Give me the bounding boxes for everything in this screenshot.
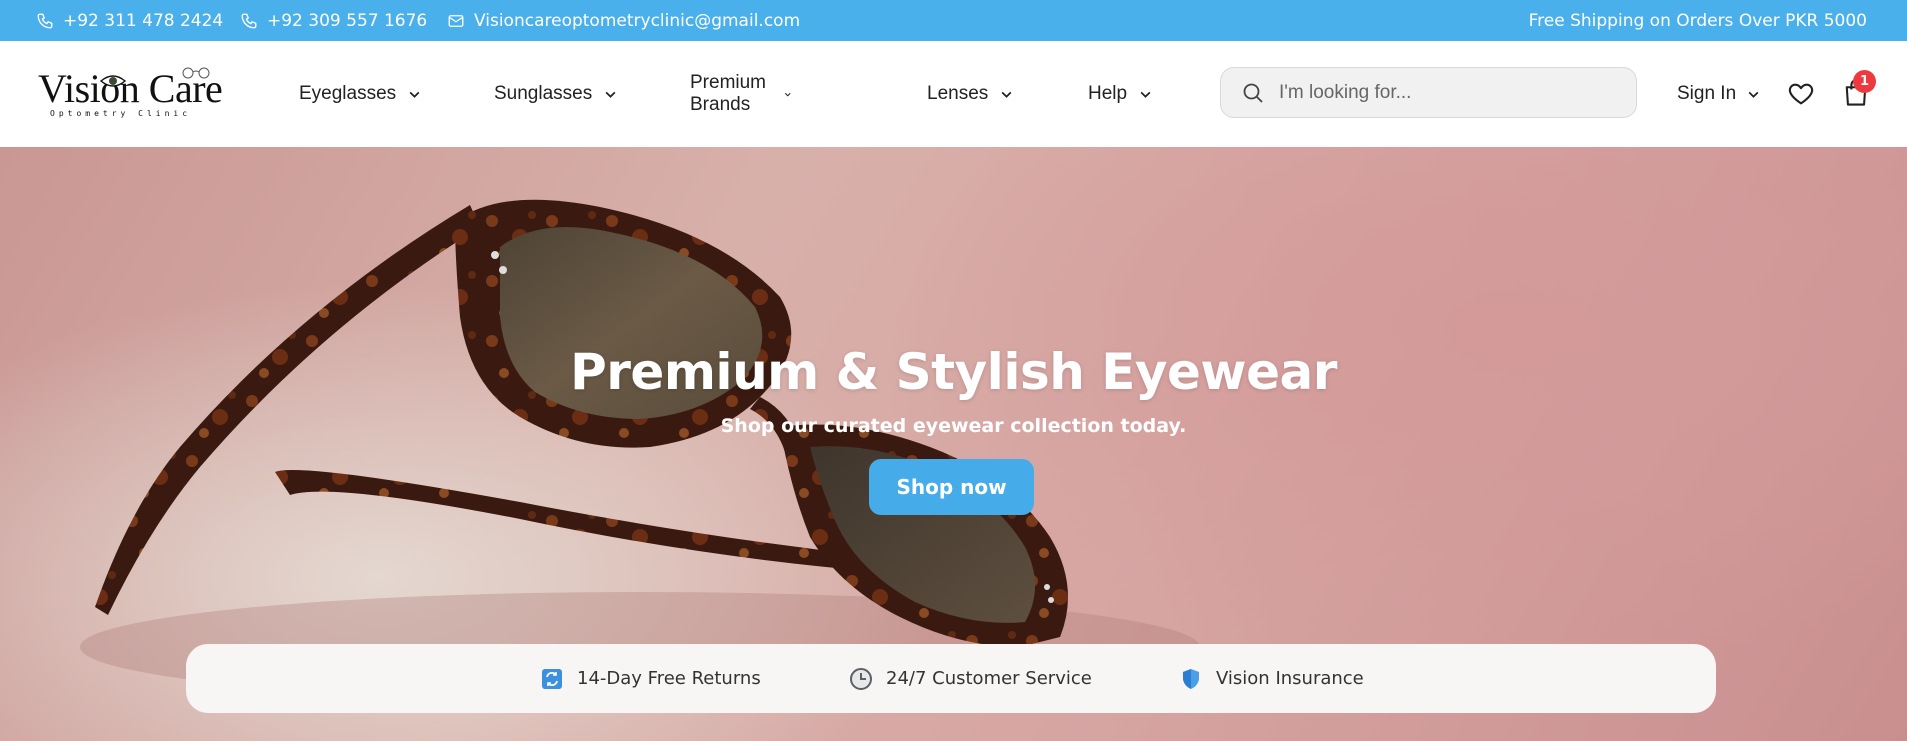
logo-tagline: Optometry Clinic [50,109,192,118]
wishlist-heart-icon[interactable] [1787,80,1815,108]
nav-label: Eyeglasses [299,83,397,104]
clock-icon [850,667,872,690]
nav-label: Sunglasses [494,83,593,104]
hero-banner: Premium & Stylish Eyewear Shop our curat… [0,147,1907,741]
email-address: Visioncareoptometryclinic@gmail.com [474,10,801,31]
sign-in-label: Sign In [1677,83,1737,104]
feature-label: 14-Day Free Returns [577,668,761,689]
nav-label: Premium Brands [690,72,767,115]
phone-icon [241,13,257,28]
search-input[interactable] [1279,81,1619,104]
nav-lenses[interactable]: Lenses [927,41,1013,147]
search-icon [1243,83,1263,103]
search-box[interactable] [1220,67,1637,118]
feature-label: 24/7 Customer Service [886,668,1092,689]
chevron-down-icon [1748,91,1759,98]
site-logo[interactable]: Vision Care Optometry Clinic [38,63,223,125]
feature-vision-insurance: Vision Insurance [1179,644,1364,713]
phone-number-2: +92 309 557 1676 [267,10,428,31]
site-header: Vision Care Optometry Clinic Eyeglasses … [0,41,1907,147]
feature-customer-service: 24/7 Customer Service [849,644,1092,713]
phone-number-1: +92 311 478 2424 [63,10,224,31]
eye-logo-icon [100,75,126,87]
sign-in-menu[interactable]: Sign In [1677,41,1760,147]
chevron-down-icon [1140,91,1151,98]
phone-link-2[interactable]: +92 309 557 1676 [240,0,427,41]
hero-title: Premium & Stylish Eyewear [570,343,1337,401]
mail-icon [448,14,464,27]
phone-link-1[interactable]: +92 311 478 2424 [36,0,223,41]
nav-label: Lenses [927,83,989,104]
top-info-bar: +92 311 478 2424 +92 309 557 1676 Vision… [0,0,1907,41]
chevron-down-icon [784,92,791,96]
hero-subtitle: Shop our curated eyewear collection toda… [720,415,1187,437]
feature-returns: 14-Day Free Returns [540,644,761,713]
returns-icon [542,668,562,689]
cart-count-badge: 1 [1853,70,1876,93]
chevron-down-icon [409,91,420,98]
shop-now-button[interactable]: Shop now [869,459,1034,515]
feature-label: Vision Insurance [1216,668,1364,689]
nav-sunglasses[interactable]: Sunglasses [494,41,617,147]
features-bar: 14-Day Free Returns 24/7 Customer Servic… [186,644,1716,713]
chevron-down-icon [605,91,616,98]
nav-eyeglasses[interactable]: Eyeglasses [299,41,421,147]
glasses-logo-icon [182,67,210,79]
nav-label: Help [1088,83,1128,104]
shield-icon [1183,668,1199,689]
chevron-down-icon [1001,91,1012,98]
email-link[interactable]: Visioncareoptometryclinic@gmail.com [447,0,800,41]
free-shipping-notice: Free Shipping on Orders Over PKR 5000 [1528,10,1867,31]
nav-help[interactable]: Help [1088,41,1152,147]
nav-premium-brands[interactable]: Premium Brands [690,41,791,147]
phone-icon [37,13,53,28]
